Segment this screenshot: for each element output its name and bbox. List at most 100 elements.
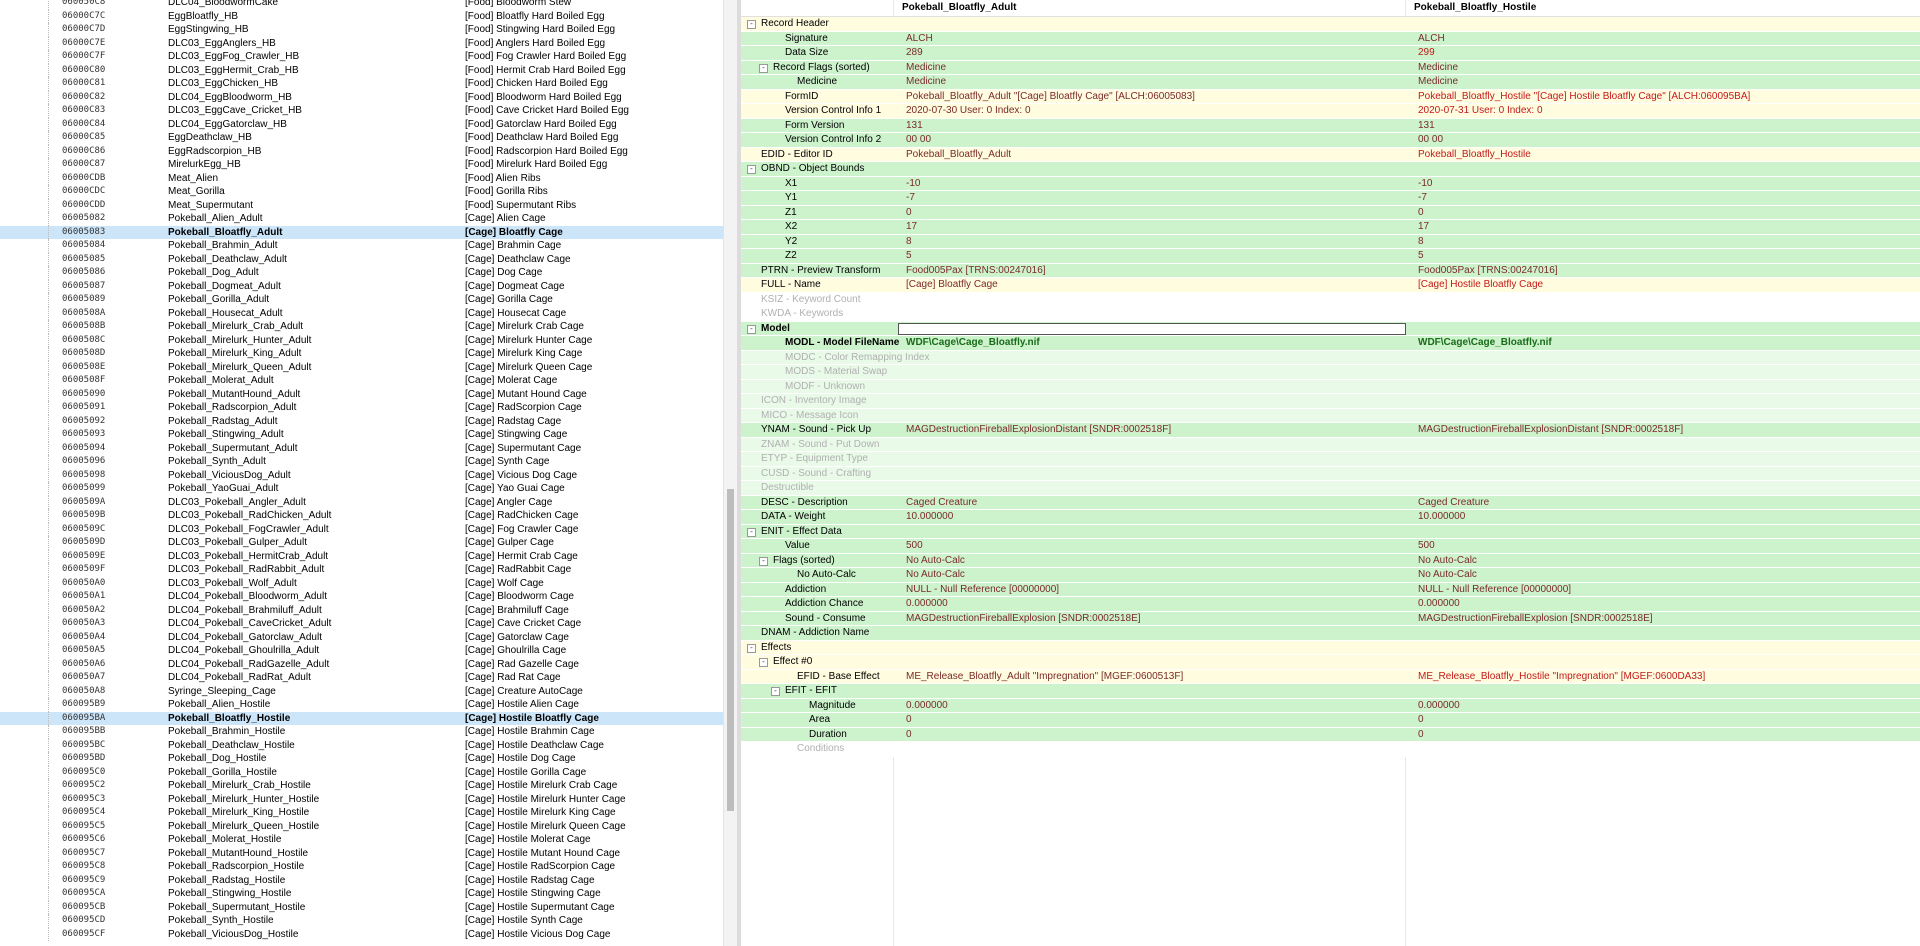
- list-item[interactable]: 0600508C Pokeball_Mirelurk_Hunter_Adult [C…: [0, 333, 723, 347]
- list-item[interactable]: 060050A5 DLC04_Pokeball_Ghoulrilla_Adult […: [0, 644, 723, 658]
- field-row[interactable]: Version Control Info 1 2020-07-30 User: 0…: [741, 104, 1920, 119]
- list-item[interactable]: 0600509F DLC03_Pokeball_RadRabbit_Adult [C…: [0, 563, 723, 577]
- field-value-record-2[interactable]: -7: [1418, 191, 1427, 205]
- field-value-record-1[interactable]: Pokeball_Bloatfly_Adult "[Cage] Bloatfly…: [906, 90, 1195, 104]
- field-row[interactable]: Sound - Consume MAGDestructionFireballExp…: [741, 611, 1920, 626]
- field-value-record-1[interactable]: 00 00: [906, 133, 931, 147]
- list-item[interactable]: 06005098 Pokeball_ViciousDog_Adult [Cage] …: [0, 468, 723, 482]
- field-value-record-1[interactable]: MAGDestructionFireballExplosionDistant […: [906, 423, 1171, 437]
- field-value-record-2[interactable]: Medicine: [1418, 75, 1458, 89]
- field-value-record-2[interactable]: 0.000000: [1418, 699, 1460, 713]
- field-row[interactable]: Data Size 289 299: [741, 46, 1920, 61]
- list-item[interactable]: 06000C7F DLC03_EggFog_Crawler_HB [Food] Fo…: [0, 50, 723, 64]
- field-value-record-1[interactable]: No Auto-Calc: [906, 554, 965, 568]
- field-value-record-1[interactable]: 0: [906, 728, 912, 742]
- list-item[interactable]: 06005087 Pokeball_Dogmeat_Adult [Cage] Dog…: [0, 279, 723, 293]
- list-item[interactable]: 060095BB Pokeball_Brahmin_Hostile [Cage] H…: [0, 725, 723, 739]
- record-list-scrollbar-thumb[interactable]: [727, 489, 734, 811]
- field-row[interactable]: Y1 -7 -7: [741, 191, 1920, 206]
- field-row[interactable]: Destructible: [741, 481, 1920, 496]
- list-item[interactable]: 06005092 Pokeball_Radstag_Adult [Cage] Rad…: [0, 414, 723, 428]
- list-item[interactable]: 0600509E DLC03_Pokeball_HermitCrab_Adult […: [0, 549, 723, 563]
- list-item[interactable]: 0600508B Pokeball_Mirelurk_Crab_Adult [Cag…: [0, 320, 723, 334]
- collapse-toggle-icon[interactable]: -: [747, 20, 756, 29]
- field-value-record-2[interactable]: Pokeball_Bloatfly_Hostile: [1418, 148, 1531, 162]
- list-item[interactable]: 060095C2 Pokeball_Mirelurk_Crab_Hostile [C…: [0, 779, 723, 793]
- field-row[interactable]: MODS - Material Swap: [741, 365, 1920, 380]
- list-item[interactable]: 06005091 Pokeball_Radscorpion_Adult [Cage]…: [0, 401, 723, 415]
- field-value-record-1[interactable]: 0: [906, 206, 912, 220]
- field-value-record-1[interactable]: 8: [906, 235, 912, 249]
- list-item[interactable]: 0600509A DLC03_Pokeball_Angler_Adult [Cage…: [0, 495, 723, 509]
- field-row[interactable]: ETYP - Equipment Type: [741, 452, 1920, 467]
- collapse-toggle-icon[interactable]: -: [747, 643, 756, 653]
- field-value-record-2[interactable]: WDF\Cage\Cage_Bloatfly.nif: [1418, 336, 1552, 350]
- list-item[interactable]: 060050A3 DLC04_Pokeball_CaveCricket_Adult…: [0, 617, 723, 631]
- field-value-record-2[interactable]: MAGDestructionFireballExplosionDistant […: [1418, 423, 1683, 437]
- list-item[interactable]: 06005094 Pokeball_Supermutant_Adult [Cage]…: [0, 441, 723, 455]
- field-row[interactable]: Form Version 131 131: [741, 118, 1920, 133]
- field-value-record-1[interactable]: -7: [906, 191, 915, 205]
- list-item[interactable]: 06005085 Pokeball_Deathclaw_Adult [Cage] D…: [0, 252, 723, 266]
- list-item[interactable]: 060095CA Pokeball_Stingwing_Hostile [Cage]…: [0, 887, 723, 901]
- field-row[interactable]: KWDA - Keywords: [741, 307, 1920, 322]
- field-row[interactable]: Addiction Chance 0.000000 0.000000: [741, 597, 1920, 612]
- field-value-record-2[interactable]: 5: [1418, 249, 1424, 263]
- field-row[interactable]: DNAM - Addiction Name: [741, 626, 1920, 641]
- list-item[interactable]: 06000CDC Meat_Gorilla [Food] Gorilla Ribs: [0, 185, 723, 199]
- field-value-record-2[interactable]: 0: [1418, 728, 1424, 742]
- field-value-record-1[interactable]: 131: [906, 119, 923, 133]
- list-item[interactable]: 060095C4 Pokeball_Mirelurk_King_Hostile [C…: [0, 806, 723, 820]
- list-item[interactable]: 06005089 Pokeball_Gorilla_Adult [Cage] Gor…: [0, 293, 723, 307]
- field-value-record-1[interactable]: 2020-07-30 User: 0 Index: 0: [906, 104, 1031, 118]
- list-item[interactable]: 060095C9 Pokeball_Radstag_Hostile [Cage] H…: [0, 873, 723, 887]
- field-row[interactable]: EDID - Editor ID Pokeball_Bloatfly_Adult P…: [741, 147, 1920, 162]
- field-row[interactable]: Magnitude 0.000000 0.000000: [741, 698, 1920, 713]
- field-row[interactable]: MODC - Color Remapping Index: [741, 350, 1920, 365]
- list-item[interactable]: 06000C87 MirelurkEgg_HB [Food] Mirelurk Ha…: [0, 158, 723, 172]
- field-value-record-2[interactable]: ME_Release_Bloatfly_Hostile "Impregnatio…: [1418, 670, 1705, 684]
- field-row[interactable]: MODF - Unknown: [741, 379, 1920, 394]
- field-value-record-2[interactable]: 2020-07-31 User: 0 Index: 0: [1418, 104, 1543, 118]
- list-item[interactable]: 060095BD Pokeball_Dog_Hostile [Cage] Hosti…: [0, 752, 723, 766]
- field-value-record-2[interactable]: Food005Pax [TRNS:00247016]: [1418, 264, 1558, 278]
- field-row[interactable]: X1 -10 -10: [741, 176, 1920, 191]
- list-item[interactable]: 06005096 Pokeball_Synth_Adult [Cage] Synth…: [0, 455, 723, 469]
- field-value-record-2[interactable]: MAGDestructionFireballExplosion [SNDR:00…: [1418, 612, 1653, 626]
- list-item[interactable]: 060095C3 Pokeball_Mirelurk_Hunter_Hostile…: [0, 792, 723, 806]
- field-row[interactable]: - Record Flags (sorted) Medicine Medicine: [741, 60, 1920, 75]
- field-value-record-2[interactable]: Pokeball_Bloatfly_Hostile "[Cage] Hostil…: [1418, 90, 1750, 104]
- list-item[interactable]: 060050A8 Syringe_Sleeping_Cage [Cage] Crea…: [0, 684, 723, 698]
- collapse-toggle-icon[interactable]: -: [747, 527, 756, 537]
- field-value-record-1[interactable]: Pokeball_Bloatfly_Adult: [906, 148, 1011, 162]
- field-value-record-1[interactable]: Medicine: [906, 61, 946, 75]
- field-value-record-1[interactable]: No Auto-Calc: [906, 568, 965, 582]
- field-value-record-1[interactable]: 289: [906, 46, 923, 60]
- field-row[interactable]: Area 0 0: [741, 713, 1920, 728]
- field-value-record-2[interactable]: 8: [1418, 235, 1424, 249]
- field-row[interactable]: - Model: [741, 321, 1920, 336]
- field-value-record-2[interactable]: Medicine: [1418, 61, 1458, 75]
- list-item[interactable]: 0600508A Pokeball_Housecat_Adult [Cage] Ho…: [0, 306, 723, 320]
- field-row[interactable]: KSIZ - Keyword Count: [741, 292, 1920, 307]
- field-value-record-2[interactable]: 0.000000: [1418, 597, 1460, 611]
- field-row[interactable]: Value 500 500: [741, 539, 1920, 554]
- field-row[interactable]: Medicine Medicine Medicine: [741, 75, 1920, 90]
- list-item[interactable]: 06005082 Pokeball_Alien_Adult [Cage] Alien…: [0, 212, 723, 226]
- column-header-record-1[interactable]: Pokeball_Bloatfly_Adult: [902, 2, 1016, 13]
- list-item[interactable]: 060050A1 DLC04_Pokeball_Bloodworm_Adult [C…: [0, 590, 723, 604]
- field-value-record-2[interactable]: NULL - Null Reference [00000000]: [1418, 583, 1571, 597]
- list-item[interactable]: 060050A4 DLC04_Pokeball_Gatorclaw_Adult [C…: [0, 630, 723, 644]
- field-row[interactable]: PTRN - Preview Transform Food005Pax [TRNS…: [741, 263, 1920, 278]
- record-list-panel[interactable]: 060050C8 DLC04_BloodwormCake [Food] Bloodw…: [0, 0, 723, 946]
- record-compare-view[interactable]: Pokeball_Bloatfly_Adult Pokeball_Bloatfl…: [741, 0, 1920, 946]
- collapse-toggle-icon[interactable]: -: [759, 63, 768, 73]
- field-row[interactable]: X2 17 17: [741, 220, 1920, 235]
- field-value-record-1[interactable]: 0.000000: [906, 699, 948, 713]
- list-item[interactable]: 060050A2 DLC04_Pokeball_Brahmiluff_Adult […: [0, 603, 723, 617]
- list-item[interactable]: 060050A0 DLC03_Pokeball_Wolf_Adult [Cage] …: [0, 576, 723, 590]
- list-item[interactable]: 060095C5 Pokeball_Mirelurk_Queen_Hostile […: [0, 819, 723, 833]
- field-value-record-2[interactable]: 0: [1418, 713, 1424, 727]
- list-item[interactable]: 0600509B DLC03_Pokeball_RadChicken_Adult […: [0, 509, 723, 523]
- field-value-record-2[interactable]: 131: [1418, 119, 1435, 133]
